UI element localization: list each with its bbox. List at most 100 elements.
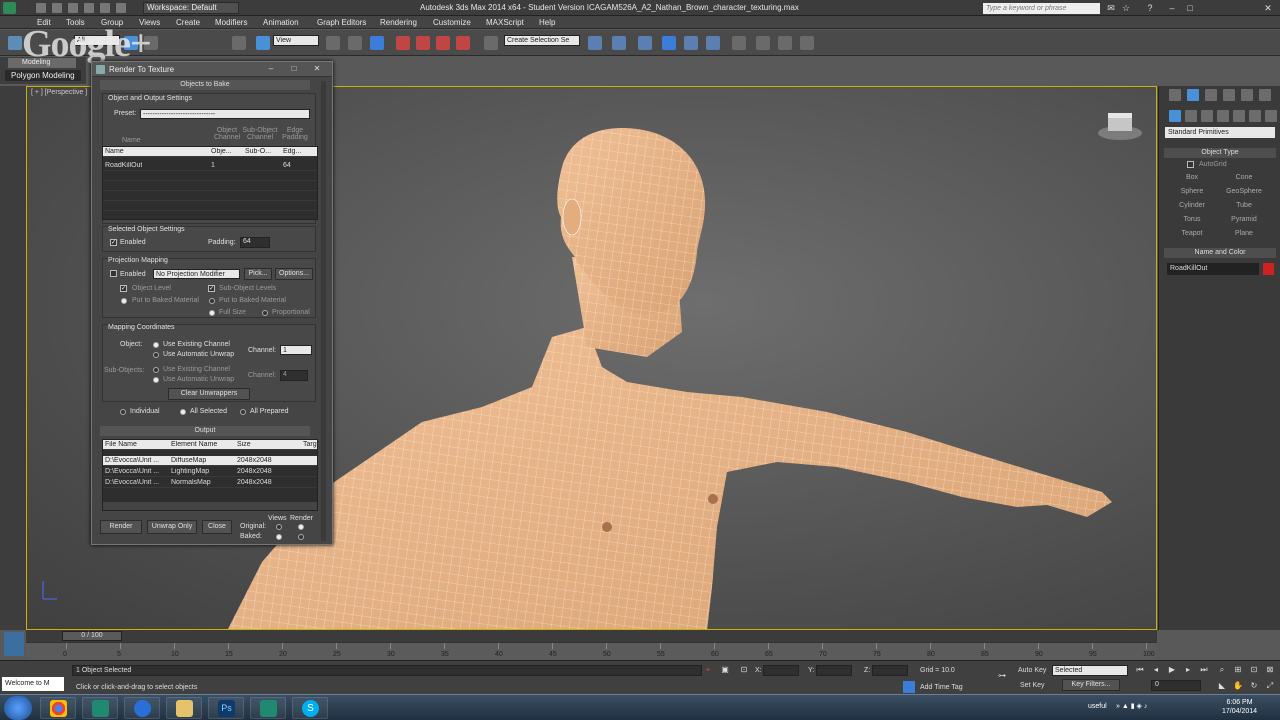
edit-named-sets-icon[interactable] bbox=[484, 36, 498, 50]
output-row[interactable]: D:\Evocca\Unit ... LightingMap 2048x2048 bbox=[103, 467, 317, 477]
name-and-color-rollout[interactable]: Name and Color bbox=[1164, 248, 1276, 258]
pick-button[interactable]: Pick... bbox=[244, 268, 272, 280]
channel-dropdown[interactable]: 1 bbox=[280, 345, 312, 355]
table-row[interactable]: RoadKillOut 1 64 bbox=[103, 161, 317, 171]
tray-icons[interactable]: » ▲ ▮ ◈ ♪ bbox=[1116, 702, 1147, 710]
add-time-tag[interactable]: Add Time Tag bbox=[920, 684, 963, 691]
object-name-input[interactable]: RoadKillOut bbox=[1167, 263, 1259, 275]
taskbar-3dsmax-window-icon[interactable] bbox=[250, 697, 286, 719]
objects-to-bake-header[interactable]: Objects to Bake bbox=[100, 80, 310, 90]
shapes-icon[interactable] bbox=[1185, 110, 1197, 122]
taskbar-explorer-icon[interactable] bbox=[166, 697, 202, 719]
play-icon[interactable]: ▶ bbox=[1166, 664, 1178, 676]
hierarchy-tab-icon[interactable] bbox=[1205, 89, 1217, 101]
hold-icon[interactable] bbox=[116, 3, 126, 13]
y-coord-field[interactable] bbox=[816, 665, 852, 676]
new-file-icon[interactable] bbox=[36, 3, 46, 13]
use-existing-channel-radio[interactable] bbox=[153, 342, 159, 348]
infocenter-icon[interactable]: ✉ bbox=[1105, 2, 1117, 14]
ribbon-tab-modeling[interactable]: Modeling bbox=[8, 58, 76, 68]
display-tab-icon[interactable] bbox=[1241, 89, 1253, 101]
baked-render-radio[interactable] bbox=[298, 534, 304, 540]
objects-table[interactable]: Name Obje... Sub-O... Edg... RoadKillOut… bbox=[102, 146, 318, 220]
menu-create[interactable]: Create bbox=[176, 18, 200, 27]
pivot-icon[interactable] bbox=[326, 36, 340, 50]
isolate-selection-icon[interactable]: ⌖ bbox=[702, 664, 714, 676]
dialog-scrollbar[interactable] bbox=[321, 81, 326, 541]
render-setup-icon[interactable] bbox=[756, 36, 770, 50]
next-frame-icon[interactable]: ▸ bbox=[1182, 664, 1194, 676]
options-button[interactable]: Options... bbox=[275, 268, 313, 280]
spacewarps-icon[interactable] bbox=[1249, 110, 1261, 122]
zoom-extents-all-icon[interactable]: ⊠ bbox=[1264, 664, 1276, 676]
menu-graph-editors[interactable]: Graph Editors bbox=[317, 18, 366, 27]
object-type-rollout[interactable]: Object Type bbox=[1164, 148, 1276, 158]
individual-radio[interactable] bbox=[120, 409, 126, 415]
motion-tab-icon[interactable] bbox=[1223, 89, 1235, 101]
time-tag-icon[interactable] bbox=[903, 681, 915, 693]
z-coord-field[interactable] bbox=[872, 665, 908, 676]
track-bar[interactable]: 0 5 10 15 20 25 30 35 40 45 50 55 60 65 70 75 80 85 90 95 10… bbox=[26, 642, 1157, 660]
x-coord-field[interactable] bbox=[763, 665, 799, 676]
output-row[interactable]: D:\Evocca\Unit ... NormalsMap 2048x2048 bbox=[103, 478, 317, 488]
original-render-radio[interactable] bbox=[298, 524, 304, 530]
layer-manager-icon[interactable] bbox=[638, 36, 652, 50]
output-table[interactable]: File Name Element Name Size Targ D:\Evoc… bbox=[102, 439, 318, 511]
snap-toggle-icon[interactable] bbox=[396, 36, 410, 50]
all-prepared-radio[interactable] bbox=[240, 409, 246, 415]
key-icon[interactable]: ⊶ bbox=[994, 670, 1010, 682]
previous-frame-icon[interactable]: ◂ bbox=[1150, 664, 1162, 676]
dialog-close-icon[interactable]: ✕ bbox=[310, 64, 324, 74]
clear-unwrappers-button[interactable]: Clear Unwrappers bbox=[168, 388, 250, 400]
projection-enabled-checkbox[interactable] bbox=[110, 270, 117, 277]
dialog-minimize-icon[interactable]: – bbox=[264, 64, 278, 74]
field-of-view-icon[interactable]: ◣ bbox=[1216, 680, 1228, 692]
utilities-tab-icon[interactable] bbox=[1259, 89, 1271, 101]
taskbar-skype-icon[interactable]: S bbox=[292, 697, 328, 719]
output-header[interactable]: Output bbox=[100, 426, 310, 436]
all-selected-radio[interactable] bbox=[180, 409, 186, 415]
mini-curve-editor-icon[interactable] bbox=[4, 632, 24, 656]
angle-snap-icon[interactable] bbox=[416, 36, 430, 50]
close-button[interactable]: Close bbox=[202, 520, 232, 534]
dialog-title-bar[interactable]: Render To Texture – □ ✕ bbox=[92, 62, 332, 77]
tube-button[interactable]: Tube bbox=[1220, 200, 1268, 211]
preset-dropdown[interactable]: ------------------------------- bbox=[140, 109, 310, 119]
teapot-button[interactable]: Teapot bbox=[1168, 228, 1216, 239]
zoom-icon[interactable]: ⌕ bbox=[1216, 664, 1228, 676]
original-views-radio[interactable] bbox=[276, 524, 282, 530]
zoom-all-icon[interactable]: ⊞ bbox=[1232, 664, 1244, 676]
align-icon[interactable] bbox=[612, 36, 626, 50]
taskbar-3dsmax-icon[interactable] bbox=[82, 697, 118, 719]
percent-snap-icon[interactable] bbox=[436, 36, 450, 50]
enabled-checkbox[interactable]: ✓ bbox=[110, 239, 117, 246]
named-selection-dropdown[interactable]: Create Selection Se bbox=[504, 35, 580, 46]
baked-views-radio[interactable] bbox=[276, 534, 282, 540]
geosphere-button[interactable]: GeoSphere bbox=[1220, 186, 1268, 197]
spinner-snap-icon[interactable] bbox=[456, 36, 470, 50]
select-scale-icon[interactable] bbox=[256, 36, 270, 50]
current-frame-field[interactable]: 0 bbox=[1151, 680, 1201, 691]
maximize-viewport-icon[interactable]: ⤢ bbox=[1264, 680, 1276, 692]
reference-coord-dropdown[interactable]: View bbox=[273, 35, 319, 46]
undo-toolbar-icon[interactable] bbox=[8, 36, 22, 50]
app-logo-icon[interactable] bbox=[3, 2, 16, 14]
render-production-icon[interactable] bbox=[800, 36, 814, 50]
modify-tab-icon[interactable] bbox=[1187, 89, 1199, 101]
orbit-icon[interactable]: ↻ bbox=[1248, 680, 1260, 692]
sphere-button[interactable]: Sphere bbox=[1168, 186, 1216, 197]
object-color-swatch[interactable] bbox=[1263, 263, 1274, 275]
ribbon-panel-polygon-modeling[interactable]: Polygon Modeling bbox=[5, 70, 81, 81]
menu-rendering[interactable]: Rendering bbox=[380, 18, 417, 27]
go-to-start-icon[interactable]: ⏮ bbox=[1134, 664, 1146, 676]
move-icon[interactable] bbox=[348, 36, 362, 50]
schematic-view-icon[interactable] bbox=[706, 36, 720, 50]
render-button[interactable]: Render bbox=[100, 520, 142, 534]
menu-animation[interactable]: Animation bbox=[263, 18, 299, 27]
open-file-icon[interactable] bbox=[52, 3, 62, 13]
auto-key-button[interactable]: Auto Key bbox=[1018, 667, 1046, 674]
start-button-icon[interactable] bbox=[4, 696, 32, 720]
primitive-type-dropdown[interactable]: Standard Primitives bbox=[1165, 127, 1275, 138]
redo-icon[interactable] bbox=[100, 3, 110, 13]
curve-editor-icon[interactable] bbox=[684, 36, 698, 50]
